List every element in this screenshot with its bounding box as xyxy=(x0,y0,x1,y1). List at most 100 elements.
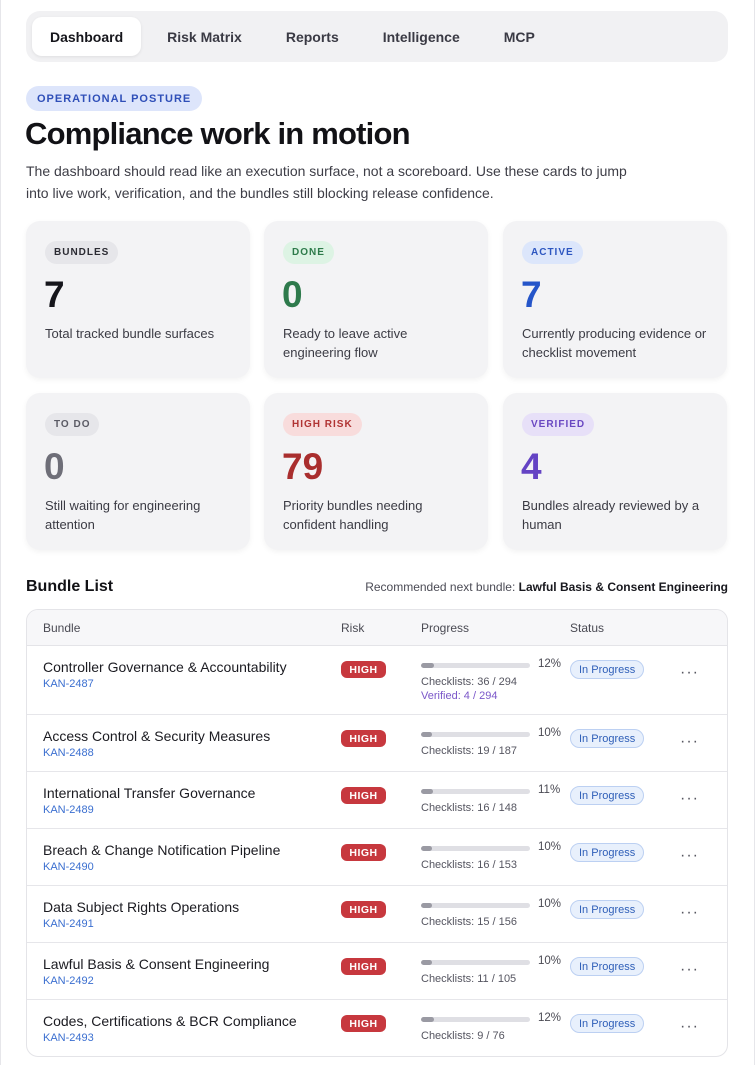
recommended-prefix: Recommended next bundle: xyxy=(365,580,516,594)
status-badge[interactable]: In Progress xyxy=(570,660,645,679)
stat-description: Total tracked bundle surfaces xyxy=(45,326,215,341)
status-badge[interactable]: In Progress xyxy=(570,786,645,805)
progress-percent: 10% xyxy=(538,955,562,967)
verified-count: Verified: 4 / 294 xyxy=(421,690,498,702)
risk-badge: HIGH xyxy=(341,958,386,975)
row-actions-more-icon[interactable]: ··· xyxy=(680,664,699,682)
tab-dashboard[interactable]: Dashboard xyxy=(32,17,142,56)
bundle-name[interactable]: Breach & Change Notification Pipeline xyxy=(43,842,280,858)
row-actions-more-icon[interactable]: ··· xyxy=(680,1018,699,1036)
checklist-count: Checklists: 16 / 153 xyxy=(421,859,517,871)
progress-bar-fill xyxy=(421,1017,435,1022)
progress-bar-fill xyxy=(421,732,432,737)
stat-card-to-do[interactable]: TO DO 0 Still waiting for engineering atte… xyxy=(26,393,250,550)
progress-percent: 12% xyxy=(538,658,562,670)
progress-percent: 10% xyxy=(538,898,562,910)
checklist-count: Checklists: 36 / 294 xyxy=(421,676,517,688)
stat-card-bundles[interactable]: BUNDLES 7 Total tracked bundle surfaces xyxy=(26,221,250,378)
tab-reports[interactable]: Reports xyxy=(268,17,357,56)
stat-description: Still waiting for engineering attention xyxy=(45,498,201,532)
row-actions-more-icon[interactable]: ··· xyxy=(680,733,699,751)
row-actions-more-icon[interactable]: ··· xyxy=(680,904,699,922)
progress-bar-fill xyxy=(421,960,432,965)
stat-label-badge: ACTIVE xyxy=(522,241,583,264)
bundle-key-link[interactable]: KAN-2492 xyxy=(43,975,94,987)
risk-badge: HIGH xyxy=(341,787,386,804)
recommended-next-bundle: Recommended next bundle: Lawful Basis & … xyxy=(365,580,728,594)
stat-value: 7 xyxy=(44,274,65,315)
stat-label-badge: BUNDLES xyxy=(45,241,119,264)
progress-bar xyxy=(421,732,530,737)
column-header-status: Status xyxy=(570,621,605,635)
stat-value: 7 xyxy=(521,274,542,315)
stat-label-badge: VERIFIED xyxy=(522,413,595,436)
stat-value: 0 xyxy=(282,274,303,315)
risk-badge: HIGH xyxy=(341,730,386,747)
table-body: Controller Governance & Accountability KA… xyxy=(27,646,727,1056)
table-row[interactable]: International Transfer Governance KAN-248… xyxy=(27,772,727,829)
recommended-bundle-name[interactable]: Lawful Basis & Consent Engineering xyxy=(519,580,728,594)
tab-mcp[interactable]: MCP xyxy=(486,17,553,56)
bundle-key-link[interactable]: KAN-2488 xyxy=(43,747,94,759)
stat-card-done[interactable]: DONE 0 Ready to leave active engineering f… xyxy=(264,221,488,378)
risk-badge: HIGH xyxy=(341,844,386,861)
tab-intelligence[interactable]: Intelligence xyxy=(365,17,478,56)
row-actions-more-icon[interactable]: ··· xyxy=(680,847,699,865)
table-row[interactable]: Codes, Certifications & BCR Compliance KA… xyxy=(27,1000,727,1056)
checklist-count: Checklists: 11 / 105 xyxy=(421,973,517,985)
tab-risk-matrix[interactable]: Risk Matrix xyxy=(149,17,260,56)
bundle-key-link[interactable]: KAN-2490 xyxy=(43,861,94,873)
table-row[interactable]: Data Subject Rights Operations KAN-2491 HI… xyxy=(27,886,727,943)
stat-description: Priority bundles needing confident handl… xyxy=(283,498,423,532)
stat-card-active[interactable]: ACTIVE 7 Currently producing evidence or c… xyxy=(503,221,727,378)
status-badge[interactable]: In Progress xyxy=(570,957,645,976)
checklist-count: Checklists: 15 / 156 xyxy=(421,916,517,928)
stat-label-badge: DONE xyxy=(283,241,334,264)
table-row[interactable]: Access Control & Security Measures KAN-24… xyxy=(27,715,727,772)
bundle-key-link[interactable]: KAN-2491 xyxy=(43,918,94,930)
status-badge[interactable]: In Progress xyxy=(570,1014,645,1033)
stat-label-badge: HIGH RISK xyxy=(283,413,362,436)
status-badge[interactable]: In Progress xyxy=(570,729,645,748)
checklist-count: Checklists: 19 / 187 xyxy=(421,745,517,757)
bundle-key-link[interactable]: KAN-2487 xyxy=(43,678,94,690)
progress-bar-fill xyxy=(421,663,435,668)
progress-bar xyxy=(421,1017,530,1022)
bundle-key-link[interactable]: KAN-2493 xyxy=(43,1032,94,1044)
stat-label-badge: TO DO xyxy=(45,413,100,436)
main-tab-bar: Dashboard Risk Matrix Reports Intelligen… xyxy=(26,11,728,62)
checklist-count: Checklists: 9 / 76 xyxy=(421,1030,505,1042)
progress-percent: 12% xyxy=(538,1012,562,1024)
column-header-risk: Risk xyxy=(341,621,365,635)
progress-bar xyxy=(421,663,530,668)
bundle-name[interactable]: International Transfer Governance xyxy=(43,785,255,801)
table-header: Bundle Risk Progress Status xyxy=(27,610,727,646)
row-actions-more-icon[interactable]: ··· xyxy=(680,790,699,808)
stat-card-high-risk[interactable]: HIGH RISK 79 Priority bundles needing conf… xyxy=(264,393,488,550)
risk-badge: HIGH xyxy=(341,901,386,918)
stat-value: 0 xyxy=(44,446,65,487)
bundle-name[interactable]: Access Control & Security Measures xyxy=(43,728,270,744)
bundle-name[interactable]: Codes, Certifications & BCR Compliance xyxy=(43,1013,297,1029)
checklist-count: Checklists: 16 / 148 xyxy=(421,802,517,814)
page-title: Compliance work in motion xyxy=(25,116,411,151)
table-row[interactable]: Breach & Change Notification Pipeline KAN… xyxy=(27,829,727,886)
stat-card-verified[interactable]: VERIFIED 4 Bundles already reviewed by a h… xyxy=(503,393,727,550)
bundle-key-link[interactable]: KAN-2489 xyxy=(43,804,94,816)
page-description: The dashboard should read like an execut… xyxy=(26,163,627,201)
bundle-name[interactable]: Controller Governance & Accountability xyxy=(43,659,287,675)
bundle-name[interactable]: Lawful Basis & Consent Engineering xyxy=(43,956,269,972)
progress-bar-fill xyxy=(421,789,433,794)
status-badge[interactable]: In Progress xyxy=(570,843,645,862)
stat-value: 4 xyxy=(521,446,542,487)
stat-description: Bundles already reviewed by a human xyxy=(522,498,700,532)
risk-badge: HIGH xyxy=(341,1015,386,1032)
table-row[interactable]: Controller Governance & Accountability KA… xyxy=(27,646,727,715)
progress-bar xyxy=(421,903,530,908)
column-header-bundle: Bundle xyxy=(43,621,81,635)
table-row[interactable]: Lawful Basis & Consent Engineering KAN-24… xyxy=(27,943,727,1000)
risk-badge: HIGH xyxy=(341,661,386,678)
row-actions-more-icon[interactable]: ··· xyxy=(680,961,699,979)
status-badge[interactable]: In Progress xyxy=(570,900,645,919)
bundle-name[interactable]: Data Subject Rights Operations xyxy=(43,899,239,915)
